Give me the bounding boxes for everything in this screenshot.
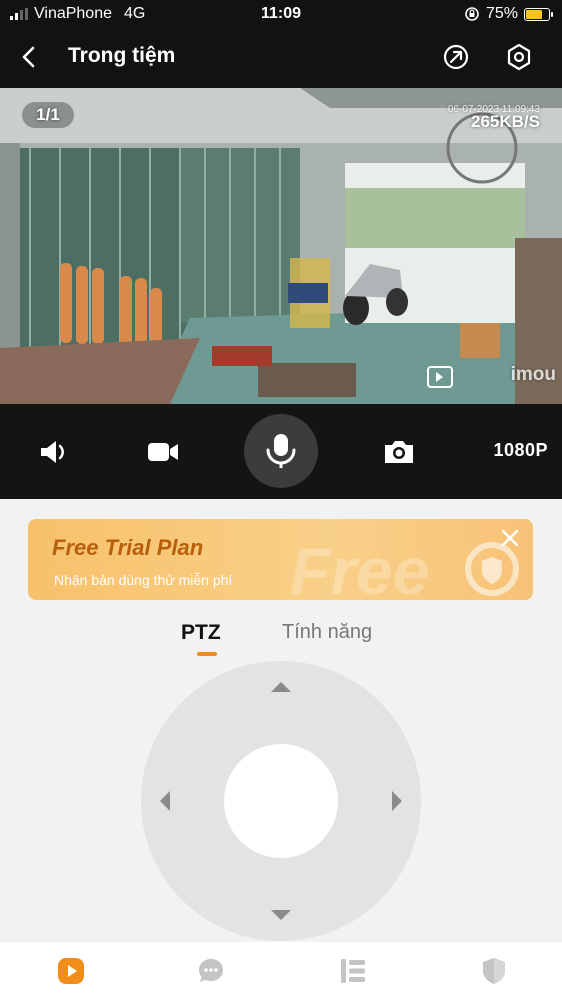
pan-right-icon[interactable] (392, 791, 402, 811)
list-icon[interactable] (338, 956, 368, 986)
tab-features[interactable]: Tính năng (282, 621, 372, 644)
shield-icon[interactable] (479, 956, 509, 986)
top-bar: VinaPhone 4G 11:09 75% Trong tiệm (0, 0, 562, 88)
stream-speed: 265KB/S (471, 112, 540, 131)
tab-indicator (197, 652, 217, 656)
record-icon[interactable] (145, 434, 181, 470)
status-bar: VinaPhone 4G 11:09 75% (0, 0, 562, 30)
orientation-lock-icon (465, 7, 479, 21)
microphone-button[interactable] (244, 414, 318, 488)
video-pager: 1/1 (22, 102, 74, 128)
message-icon[interactable] (196, 956, 226, 986)
settings-icon[interactable] (504, 42, 534, 72)
tab-ptz[interactable]: PTZ (181, 621, 221, 645)
free-trial-banner[interactable]: Free Free Trial Plan Nhận bản dùng thử m… (28, 519, 533, 600)
camera-image (0, 88, 562, 404)
banner-title: Free Trial Plan (52, 535, 204, 560)
camera-watermark: imou (510, 364, 556, 385)
video-controls: 1080P (0, 404, 562, 499)
speaker-icon[interactable] (36, 434, 72, 470)
bottom-nav (0, 942, 562, 1000)
pan-up-icon[interactable] (271, 682, 291, 692)
share-icon[interactable] (441, 42, 471, 72)
close-icon[interactable] (499, 527, 521, 549)
back-icon[interactable] (14, 42, 44, 72)
nav-bar: Trong tiệm (0, 30, 562, 88)
banner-subtitle: Nhận bản dùng thử miễn phí (54, 572, 233, 588)
ptz-center-button[interactable] (224, 744, 338, 858)
tab-bar: PTZ Tính năng (0, 617, 562, 657)
battery-percent: 75% (485, 5, 518, 22)
microphone-icon (266, 434, 296, 468)
resolution-button[interactable]: 1080P (493, 440, 548, 461)
camera-feed[interactable]: 1/1 06-07-2023 11:09:43 265KB/S imou (0, 88, 562, 404)
camera-icon[interactable] (381, 434, 417, 470)
banner-watermark: Free (290, 534, 430, 600)
play-icon[interactable] (56, 956, 86, 986)
pan-down-icon[interactable] (271, 910, 291, 920)
pan-left-icon[interactable] (160, 791, 170, 811)
page-title: Trong tiệm (68, 44, 176, 67)
battery-icon (524, 7, 553, 21)
ptz-joystick[interactable] (141, 661, 421, 941)
